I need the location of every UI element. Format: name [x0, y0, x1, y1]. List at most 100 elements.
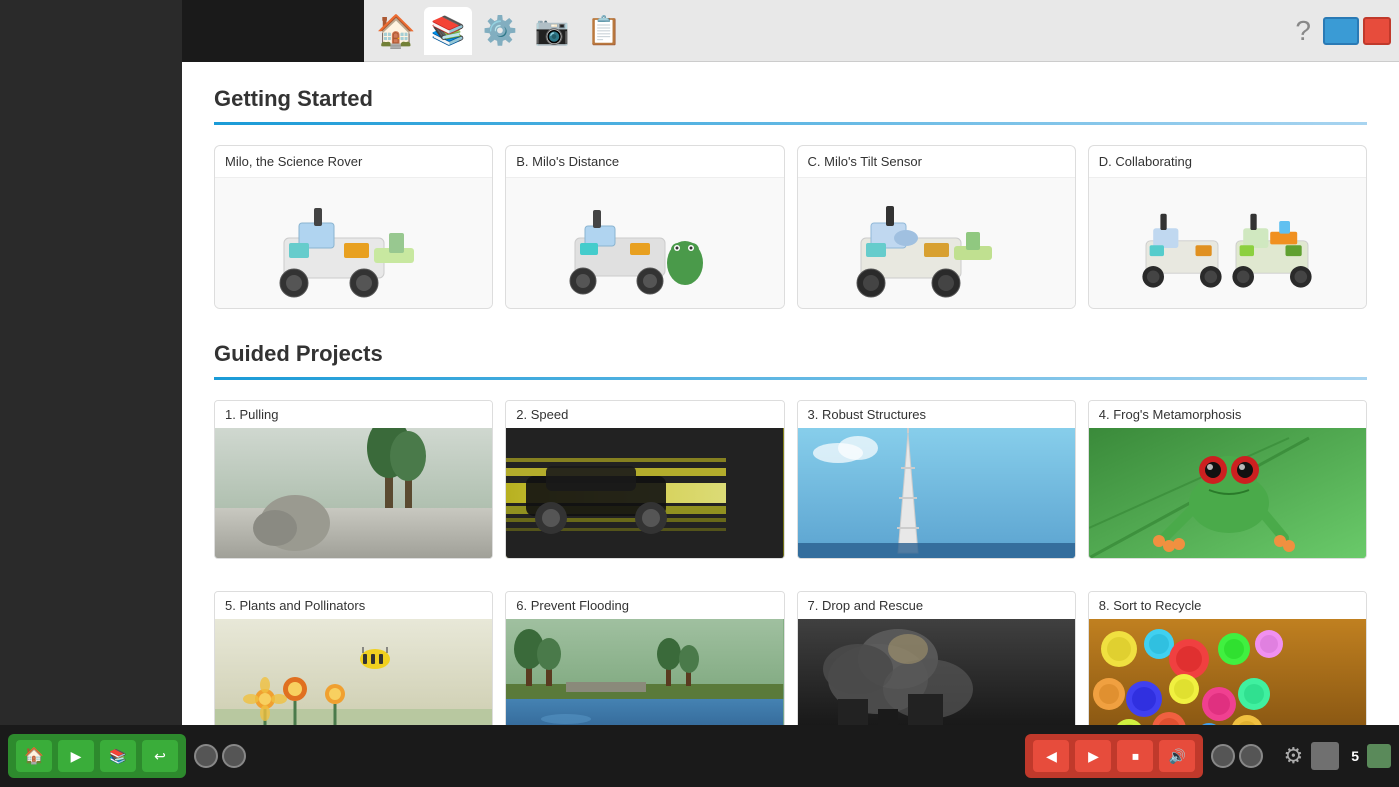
- scene-svg-robust: [798, 428, 1075, 558]
- wheel-1: [194, 744, 218, 768]
- gray-block: [1311, 742, 1339, 770]
- gear-icon: ⚙️: [483, 14, 518, 47]
- guided-projects-title: Guided Projects: [214, 341, 1367, 367]
- card-image-milos-tilt: [798, 178, 1075, 308]
- project-card-pulling[interactable]: 1. Pulling: [214, 400, 493, 559]
- red-block-2[interactable]: ▶: [1075, 740, 1111, 772]
- notes-icon: 📋: [587, 14, 622, 47]
- scene-svg-speed: [506, 428, 783, 558]
- robot-svg-c: [846, 188, 1026, 298]
- wheel-4: [1239, 744, 1263, 768]
- robot-svg-a: [264, 188, 444, 298]
- scene-svg-plants: [215, 619, 492, 725]
- getting-started-cards: Milo, the Science Rover: [214, 145, 1367, 309]
- card-image-collaborating: [1089, 178, 1366, 308]
- getting-started-divider: [214, 122, 1367, 125]
- red-icon-2: ▶: [1088, 748, 1099, 765]
- scene-svg-pulling: [215, 428, 492, 558]
- content-area: Getting Started Milo, the Science Rover: [182, 62, 1399, 725]
- red-block-3[interactable]: ⏹: [1117, 740, 1153, 772]
- green-small-button[interactable]: [1367, 744, 1391, 768]
- green-block-2[interactable]: ▶: [58, 740, 94, 772]
- green-icon-4: ↩: [154, 748, 166, 765]
- window-blue-button[interactable]: [1323, 17, 1359, 45]
- project-image-plants: [215, 619, 492, 725]
- project-image-drop: [798, 619, 1075, 725]
- scene-svg-recycle: [1089, 619, 1366, 725]
- gear-button[interactable]: ⚙️: [476, 7, 524, 55]
- card-milos-distance[interactable]: B. Milo's Distance: [505, 145, 784, 309]
- project-card-robust[interactable]: 3. Robust Structures: [797, 400, 1076, 559]
- scene-svg-drop: [798, 619, 1075, 725]
- train-red-section: ◀ ▶ ⏹ 🔊: [1025, 734, 1203, 778]
- help-button[interactable]: ?: [1295, 15, 1311, 47]
- project-card-speed[interactable]: 2. Speed: [505, 400, 784, 559]
- green-block-4[interactable]: ↩: [142, 740, 178, 772]
- red-icon-1: ◀: [1046, 748, 1057, 765]
- home-button[interactable]: 🏠: [372, 7, 420, 55]
- project-card-frog[interactable]: 4. Frog's Metamorphosis: [1088, 400, 1367, 559]
- train-green-section: 🏠 ▶ 📚 ↩: [8, 734, 186, 778]
- card-label-milos-distance: B. Milo's Distance: [506, 146, 783, 178]
- project-card-plants[interactable]: 5. Plants and Pollinators: [214, 591, 493, 725]
- bottom-bar: 🏠 ▶ 📚 ↩ ◀ ▶ ⏹ 🔊: [0, 725, 1399, 787]
- green-block-3[interactable]: 📚: [100, 740, 136, 772]
- green-icon-3: 📚: [109, 748, 126, 765]
- card-collaborating[interactable]: D. Collaborating: [1088, 145, 1367, 309]
- card-milo-science[interactable]: Milo, the Science Rover: [214, 145, 493, 309]
- green-icon-2: ▶: [71, 748, 82, 765]
- tool-icon-1[interactable]: ⚙: [1283, 743, 1303, 769]
- card-milos-tilt[interactable]: C. Milo's Tilt Sensor: [797, 145, 1076, 309]
- card-label-milo-science: Milo, the Science Rover: [215, 146, 492, 178]
- project-card-flood[interactable]: 6. Prevent Flooding: [505, 591, 784, 725]
- project-image-frog: [1089, 428, 1366, 558]
- project-label-flood: 6. Prevent Flooding: [506, 592, 783, 619]
- bottom-right-tools: ⚙ 5: [1283, 742, 1391, 770]
- project-label-speed: 2. Speed: [506, 401, 783, 428]
- green-wheels: [194, 744, 246, 768]
- notes-button[interactable]: 📋: [580, 7, 628, 55]
- project-label-pulling: 1. Pulling: [215, 401, 492, 428]
- project-image-speed: [506, 428, 783, 558]
- project-card-drop[interactable]: 7. Drop and Rescue: [797, 591, 1076, 725]
- project-label-frog: 4. Frog's Metamorphosis: [1089, 401, 1366, 428]
- project-label-drop: 7. Drop and Rescue: [798, 592, 1075, 619]
- project-label-plants: 5. Plants and Pollinators: [215, 592, 492, 619]
- getting-started-title: Getting Started: [214, 86, 1367, 112]
- project-image-recycle: [1089, 619, 1366, 725]
- camera-icon: 📷: [535, 14, 570, 47]
- scene-svg-flood: [506, 619, 783, 725]
- red-block-1[interactable]: ◀: [1033, 740, 1069, 772]
- card-label-collaborating: D. Collaborating: [1089, 146, 1366, 178]
- robot-svg-d: [1137, 194, 1317, 293]
- project-card-recycle[interactable]: 8. Sort to Recycle: [1088, 591, 1367, 725]
- project-image-flood: [506, 619, 783, 725]
- red-icon-3: ⏹: [1132, 748, 1139, 765]
- green-icon-1: 🏠: [24, 746, 44, 766]
- project-image-robust: [798, 428, 1075, 558]
- guided-projects-row2: 5. Plants and Pollinators: [214, 591, 1367, 725]
- scene-svg-frog: [1089, 428, 1366, 558]
- left-sidebar: [0, 62, 182, 725]
- project-image-pulling: [215, 428, 492, 558]
- red-icon-4: 🔊: [1169, 748, 1186, 765]
- guided-projects-row1: 1. Pulling: [214, 400, 1367, 559]
- camera-button[interactable]: 📷: [528, 7, 576, 55]
- book-tab-button[interactable]: 📚: [424, 7, 472, 55]
- red-block-4[interactable]: 🔊: [1159, 740, 1195, 772]
- green-block-1[interactable]: 🏠: [16, 740, 52, 772]
- window-red-button[interactable]: [1363, 17, 1391, 45]
- red-wheels: [1211, 744, 1263, 768]
- project-label-recycle: 8. Sort to Recycle: [1089, 592, 1366, 619]
- page-number: 5: [1351, 748, 1359, 764]
- card-label-milos-tilt: C. Milo's Tilt Sensor: [798, 146, 1075, 178]
- card-image-milo-science: [215, 178, 492, 308]
- project-label-robust: 3. Robust Structures: [798, 401, 1075, 428]
- wheel-2: [222, 744, 246, 768]
- home-icon: 🏠: [376, 12, 416, 50]
- wheel-3: [1211, 744, 1235, 768]
- card-image-milos-distance: [506, 178, 783, 308]
- book-icon: 📚: [431, 14, 466, 47]
- robot-svg-b: [555, 188, 735, 298]
- guided-projects-divider: [214, 377, 1367, 380]
